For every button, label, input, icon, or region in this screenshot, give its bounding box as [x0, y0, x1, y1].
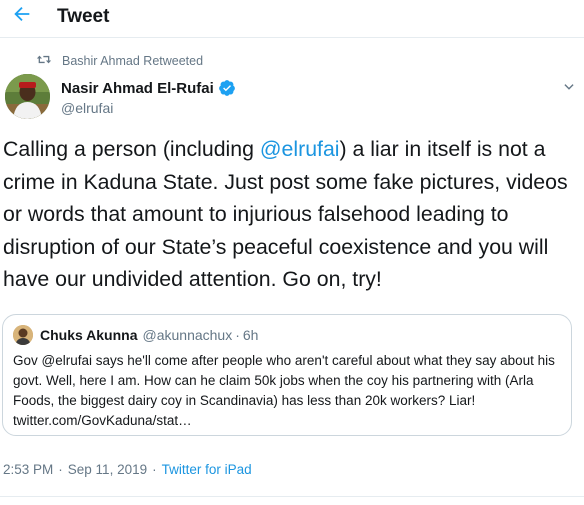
separator-dot: ·: [152, 462, 157, 477]
back-button[interactable]: [4, 0, 40, 32]
quoted-tweet[interactable]: Chuks Akunna @akunnachux · 6h Gov @elruf…: [2, 314, 572, 436]
quoted-author-handle: @akunnachux: [142, 327, 233, 343]
quoted-tweet-time: 6h: [242, 327, 259, 343]
verified-badge-icon: [218, 79, 236, 97]
author-name[interactable]: Nasir Ahmad El-Rufai: [61, 79, 236, 97]
page-title: Tweet: [57, 6, 110, 27]
mention-link[interactable]: @elrufai: [260, 137, 340, 161]
tweet-text: Calling a person (including @elrufai) a …: [3, 133, 581, 296]
separator-dot: ·: [58, 462, 63, 477]
tweet-meta: 2:53 PM · Sep 11, 2019 · Twitter for iPa…: [3, 462, 252, 477]
tweet-source-link[interactable]: Twitter for iPad: [162, 462, 252, 477]
retweet-context: Bashir Ahmad Retweeted: [36, 52, 203, 70]
top-header: Tweet: [0, 0, 584, 38]
quoted-tweet-header: Chuks Akunna @akunnachux · 6h: [13, 325, 561, 345]
avatar[interactable]: [5, 74, 50, 119]
retweet-label[interactable]: Bashir Ahmad Retweeted: [62, 54, 203, 68]
author-name-text: Nasir Ahmad El-Rufai: [61, 79, 214, 97]
divider: [0, 496, 584, 497]
arrow-left-icon: [11, 3, 33, 30]
quoted-avatar: [13, 325, 33, 345]
quoted-author-name: Chuks Akunna: [40, 327, 138, 343]
quoted-tweet-text: Gov @elrufai says he'll come after peopl…: [13, 353, 555, 428]
tweet-date[interactable]: Sep 11, 2019: [68, 462, 147, 477]
separator-dot: ·: [235, 327, 240, 343]
tweet-time[interactable]: 2:53 PM: [3, 462, 53, 477]
author-handle[interactable]: @elrufai: [61, 100, 113, 116]
chevron-down-icon: [562, 80, 576, 99]
retweet-icon: [36, 53, 52, 69]
tweet-text-part: Calling a person (including: [3, 137, 260, 161]
more-options-button[interactable]: [558, 78, 580, 100]
